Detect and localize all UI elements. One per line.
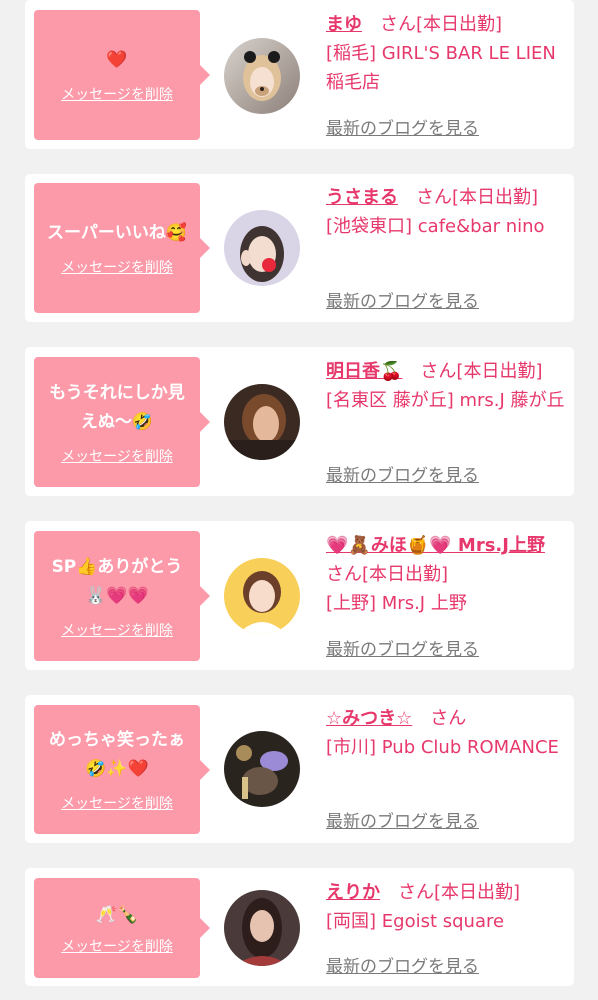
list-item: スーパーいいね🥰 メッセージを削除 うさまる さん[本日出勤] [池袋東口] c… <box>25 174 574 322</box>
cast-status: さん[本日出勤] <box>380 882 521 903</box>
cast-name-link[interactable]: まゆ <box>326 14 362 35</box>
avatar[interactable] <box>224 731 300 807</box>
latest-blog-link[interactable]: 最新のブログを見る <box>326 952 479 977</box>
latest-blog-link[interactable]: 最新のブログを見る <box>326 114 479 139</box>
list-item: めっちゃ笑ったぁ🤣✨❤️ メッセージを削除 ☆みつき☆ さん [市川] Pub … <box>25 695 574 843</box>
shop-name: [池袋東口] cafe&bar nino <box>326 216 545 237</box>
delete-message-link[interactable]: メッセージを削除 <box>61 84 173 104</box>
avatar[interactable] <box>224 558 300 634</box>
cast-status: さん <box>412 708 467 729</box>
shop-name: [上野] Mrs.J 上野 <box>326 593 467 614</box>
message-text: もうそれにしか見えぬ〜🤣 <box>49 382 185 432</box>
delete-message-link[interactable]: メッセージを削除 <box>61 793 173 813</box>
cast-name-link[interactable]: 💗🧸みほ🍯💗 Mrs.J上野 <box>326 535 545 556</box>
avatar[interactable] <box>224 210 300 286</box>
cast-name-link[interactable]: ☆みつき☆ <box>326 708 412 729</box>
list-item: ❤️ メッセージを削除 まゆ さん[本日出勤] [稲毛] GIRL'S BAR … <box>25 0 574 149</box>
message-text: スーパーいいね🥰 <box>47 223 187 243</box>
message-bubble: ❤️ メッセージを削除 <box>34 10 210 140</box>
cast-info: うさまる さん[本日出勤] [池袋東口] cafe&bar nino <box>326 183 568 241</box>
latest-blog-link[interactable]: 最新のブログを見る <box>326 287 479 312</box>
delete-message-link[interactable]: メッセージを削除 <box>61 446 173 466</box>
latest-blog-link[interactable]: 最新のブログを見る <box>326 461 479 486</box>
delete-message-link[interactable]: メッセージを削除 <box>61 257 173 277</box>
shop-name: [稲毛] GIRL'S BAR LE LIEN 稲毛店 <box>326 43 556 93</box>
delete-message-link[interactable]: メッセージを削除 <box>61 620 173 640</box>
cast-name-link[interactable]: 明日香🍒 <box>326 361 402 382</box>
cast-name-link[interactable]: えりか <box>326 882 380 903</box>
list-item: もうそれにしか見えぬ〜🤣 メッセージを削除 明日香🍒 さん[本日出勤] [名東区… <box>25 347 574 496</box>
cast-info: 💗🧸みほ🍯💗 Mrs.J上野 さん[本日出勤] [上野] Mrs.J 上野 <box>326 531 568 618</box>
message-bubble: もうそれにしか見えぬ〜🤣 メッセージを削除 <box>34 357 210 487</box>
message-bubble: SP👍ありがとう🐰💗💗 メッセージを削除 <box>34 531 210 661</box>
latest-blog-link[interactable]: 最新のブログを見る <box>326 635 479 660</box>
avatar[interactable] <box>224 38 300 114</box>
message-text: ❤️ <box>106 50 128 70</box>
list-item: 🥂🍾 メッセージを削除 えりか さん[本日出勤] [両国] Egoist squ… <box>25 868 574 986</box>
cast-info: ☆みつき☆ さん [市川] Pub Club ROMANCE <box>326 704 568 762</box>
message-bubble: スーパーいいね🥰 メッセージを削除 <box>34 183 210 313</box>
cast-status: さん[本日出勤] <box>362 14 503 35</box>
message-bubble: 🥂🍾 メッセージを削除 <box>34 878 210 978</box>
shop-name: [名東区 藤が丘] mrs.J 藤が丘 <box>326 390 565 411</box>
message-text: めっちゃ笑ったぁ🤣✨❤️ <box>49 730 185 779</box>
message-bubble: めっちゃ笑ったぁ🤣✨❤️ メッセージを削除 <box>34 705 210 834</box>
delete-message-link[interactable]: メッセージを削除 <box>61 936 173 956</box>
cast-info: まゆ さん[本日出勤] [稲毛] GIRL'S BAR LE LIEN 稲毛店 <box>326 10 568 97</box>
avatar[interactable] <box>224 384 300 460</box>
cast-status: さん[本日出勤] <box>398 187 539 208</box>
cast-status: さん[本日出勤] <box>402 361 543 382</box>
avatar[interactable] <box>224 890 300 966</box>
list-item: SP👍ありがとう🐰💗💗 メッセージを削除 💗🧸みほ🍯💗 Mrs.J上野 さん[本… <box>25 521 574 670</box>
cast-info: えりか さん[本日出勤] [両国] Egoist square <box>326 878 568 936</box>
message-text: SP👍ありがとう🐰💗💗 <box>51 556 183 606</box>
shop-name: [両国] Egoist square <box>326 911 505 932</box>
message-text: 🥂🍾 <box>95 904 139 925</box>
shop-name: [市川] Pub Club ROMANCE <box>326 737 559 758</box>
cast-info: 明日香🍒 さん[本日出勤] [名東区 藤が丘] mrs.J 藤が丘 <box>326 357 568 415</box>
cast-name-link[interactable]: うさまる <box>326 187 398 208</box>
latest-blog-link[interactable]: 最新のブログを見る <box>326 807 479 832</box>
